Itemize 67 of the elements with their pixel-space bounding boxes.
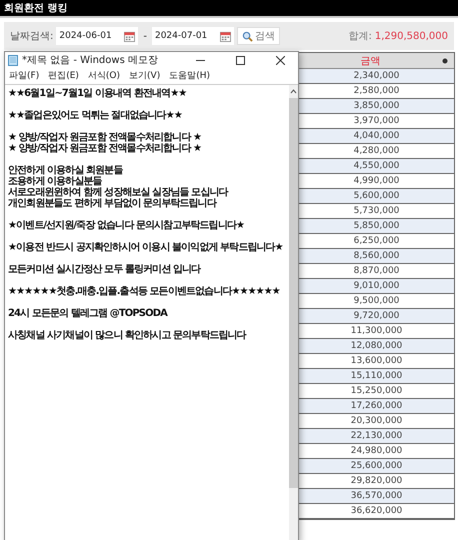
text-line: 모든커미션 실시간정산 모두 롤링커미션 입니다	[8, 264, 200, 275]
date-separator: -	[143, 30, 147, 42]
table-cell-text: 36,620,000	[350, 506, 404, 516]
close-icon	[276, 56, 284, 64]
table-cell-text: 4,280,000	[352, 146, 400, 156]
total-label: 합계:	[348, 30, 372, 43]
table-cell-text: 3,970,000	[352, 116, 400, 126]
table-cell-text: 4,990,000	[352, 176, 400, 186]
text-line: ★★★★★★첫충.매충.입플.출석등 모든이벤트없습니다★★★★★★	[8, 286, 280, 297]
table-cell-text: 29,820,000	[350, 476, 404, 486]
table-cell-text: 36,570,000	[350, 491, 404, 501]
table-cell-text: 4,550,000	[352, 161, 400, 171]
table-cell-text: 13,600,000	[350, 356, 404, 366]
text-line: 24시 모든문의 텔레그램 @TOPSODA	[8, 308, 167, 319]
menu-item[interactable]: 서식(O)	[88, 69, 120, 82]
table-cell-text: 9,720,000	[352, 311, 400, 321]
table-cell-text: 22,130,000	[350, 431, 404, 441]
scroll-up-icon[interactable]	[290, 88, 297, 95]
column-header[interactable]: 금액	[299, 54, 442, 68]
text-line: ★이용전 반드시 공지확인하시어 이용시 불이익없게 부탁드립니다★	[8, 242, 283, 253]
text-line: 안전하게 이용하실 회원분들	[8, 165, 122, 176]
maximize-icon	[236, 56, 244, 64]
table-cell-text: 25,600,000	[350, 461, 404, 471]
total-value: 1,290,580,000	[374, 30, 448, 42]
menu-item[interactable]: 보기(V)	[129, 69, 160, 82]
table-cell-text: 5,730,000	[352, 206, 400, 216]
menu-item[interactable]: 편집(E)	[48, 69, 79, 82]
table-cell-text: 9,010,000	[352, 281, 400, 291]
calendar-icon[interactable]	[124, 30, 136, 42]
menu-item[interactable]: 파일(F)	[9, 69, 40, 82]
table-cell-text: 8,870,000	[352, 266, 400, 276]
calendar-icon[interactable]	[220, 30, 231, 42]
table-cell-text: 5,850,000	[352, 221, 400, 231]
table-cell-text: 20,300,000	[350, 416, 404, 426]
table-cell-text: 15,110,000	[350, 371, 404, 381]
date-to-field[interactable]: 2024-07-01	[152, 27, 234, 45]
table-cell-text: 8,560,000	[352, 251, 400, 261]
table-cell-text: 11,300,000	[350, 326, 404, 336]
sort-icon[interactable]	[442, 58, 448, 64]
text-line: 조용하게 이용하실분들	[8, 176, 102, 187]
text-line: ★★졸업은있어도 먹튀는 절대없습니다★★	[8, 110, 182, 121]
text-line: ★이벤트/선지원/죽장 없습니다 문의시참고부탁드립니다★	[8, 220, 244, 231]
search-button[interactable]: 검색	[236, 27, 280, 45]
text-line: ★ 양방/작업자 원금포함 전액몰수처리합니다 ★	[8, 132, 202, 143]
table-cell-text: 4,040,000	[352, 131, 400, 141]
table-cell-text: 2,340,000	[352, 71, 400, 81]
table-cell-text: 17,260,000	[350, 401, 404, 411]
table-cell-text: 9,500,000	[352, 296, 400, 306]
page-title: 회원환전 랭킹	[4, 2, 68, 15]
table-cell-text: 24,980,000	[350, 446, 404, 456]
table-cell-text: 15,250,000	[350, 386, 404, 396]
date-search-label: 날짜검색:	[10, 30, 54, 43]
notepad-icon	[8, 54, 18, 66]
menu-item[interactable]: 도움말(H)	[169, 69, 210, 82]
table-cell-text: 3,850,000	[352, 101, 400, 111]
text-line: 사칭채널 사기채널이 많으니 확인하시고 문의부탁드립니다	[8, 330, 246, 341]
table-cell-text: 2,580,000	[352, 86, 400, 96]
text-line: ★ 양방/작업자 원금포함 전액몰수처리합니다 ★	[8, 143, 202, 154]
text-line: 개인회원분들도 편하게 부담없이 문의부탁드립니다	[8, 198, 216, 209]
table-cell-text: 6,250,000	[352, 236, 400, 246]
text-line: ★★6월1일~7월1일 이용내역 환전내역★★	[8, 88, 186, 99]
table-cell-text: 5,600,000	[352, 191, 400, 201]
window-title: *제목 없음 - Windows 메모장	[22, 54, 159, 67]
table-cell-text: 12,080,000	[350, 341, 404, 351]
search-icon	[242, 30, 253, 42]
text-line: 서로오래윈윈하여 함께 성장해보실 실장님들 모십니다	[8, 187, 228, 198]
date-from-field[interactable]: 2024-06-01	[56, 27, 138, 45]
